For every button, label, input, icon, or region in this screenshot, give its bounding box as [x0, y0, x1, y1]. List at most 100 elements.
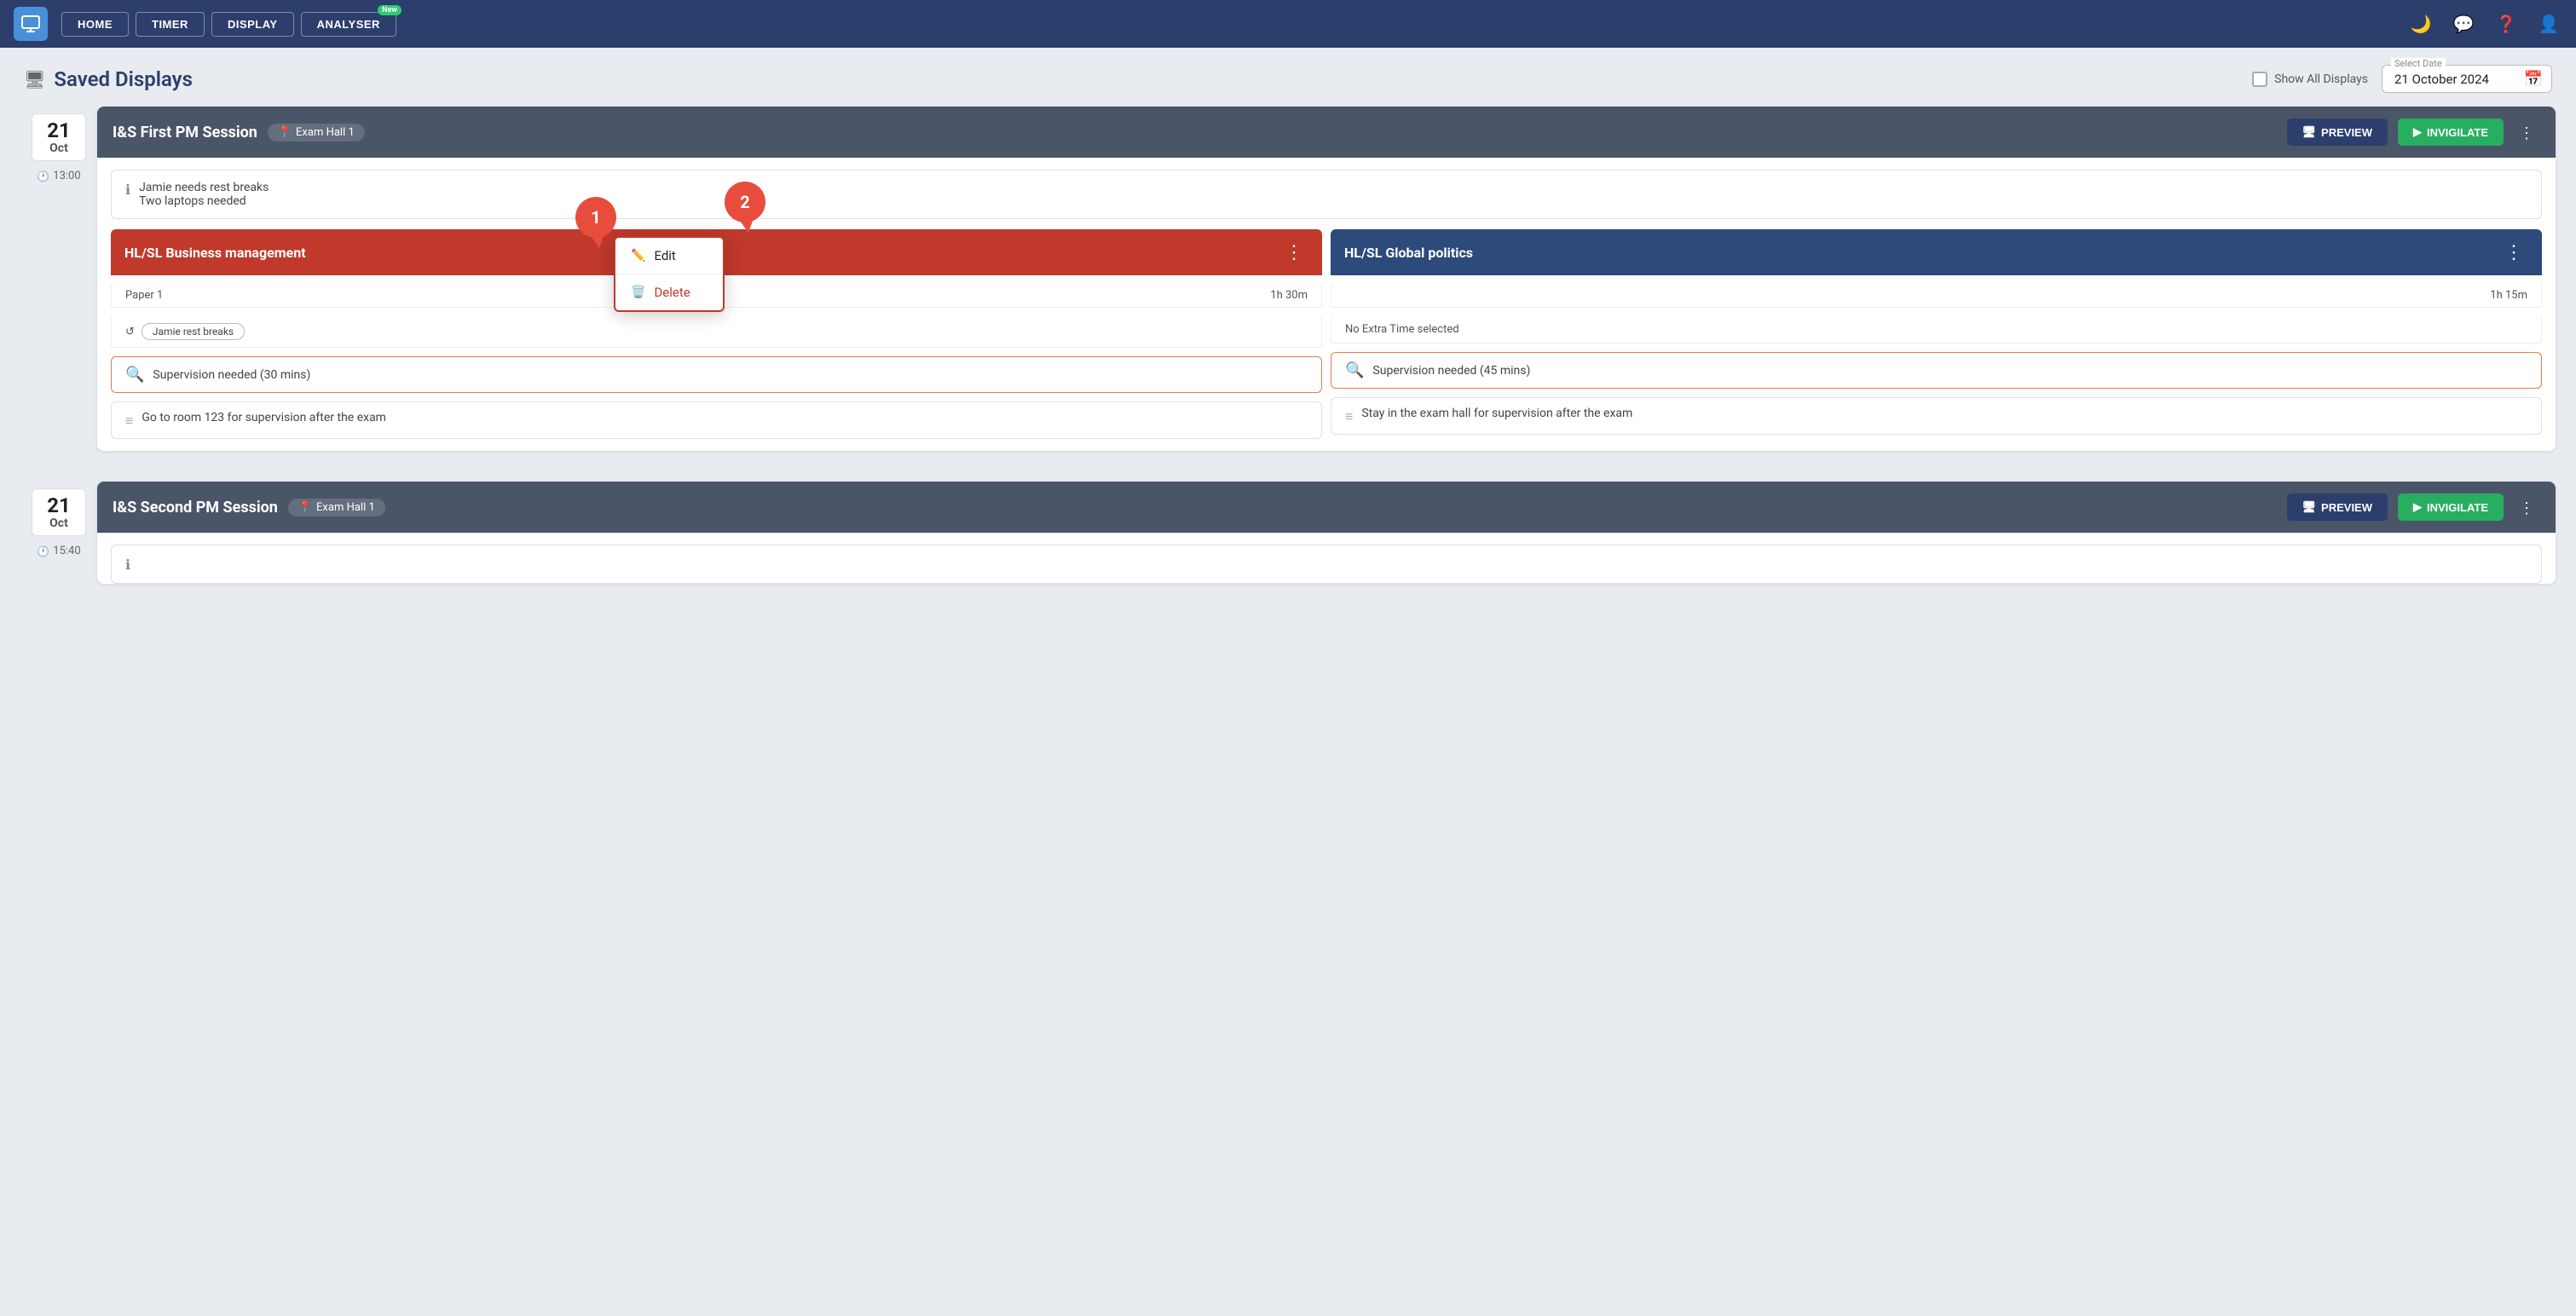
time-value-2: 15:40 [53, 545, 80, 557]
extra-time-row-2: No Extra Time selected [1331, 316, 2542, 343]
date-sidebar-1: 21 Oct 🕐 13:00 [20, 107, 97, 468]
extra-time-row-1: ↺ Jamie rest breaks [111, 316, 1322, 348]
session-2-section: 21 Oct 🕐 15:40 I&S Second PM Session 📍 E… [20, 482, 2556, 584]
page-content: 🖥 Saved Displays Show All Displays Selec… [0, 48, 2576, 601]
invigilate-button-2[interactable]: ▶ INVIGILATE [2398, 494, 2504, 521]
context-menu-delete[interactable]: 🗑️ Delete [615, 274, 723, 310]
date-badge-2: 21 Oct [32, 488, 86, 536]
session-title-2: I&S Second PM Session [113, 499, 278, 517]
user-icon[interactable]: 👤 [2535, 10, 2562, 38]
nav-icons: 🌙 💬 ❓ 👤 [2407, 10, 2562, 38]
session-body-1: ℹ Jamie needs rest breaks Two laptops ne… [97, 158, 2556, 451]
page-header-right: Show All Displays Select Date 21 October… [2252, 65, 2552, 93]
supervision-box-2: 🔍 Supervision needed (45 mins) [1331, 352, 2542, 389]
main-content: 21 Oct 🕐 13:00 I&S First PM Session [20, 107, 2556, 468]
session-location-1: 📍 Exam Hall 1 [268, 124, 365, 141]
date-badge-wrap-2: 21 Oct 🕐 15:40 [20, 482, 97, 557]
date-field-label: Select Date [2391, 58, 2446, 69]
session-more-button-2[interactable]: ⋮ [2514, 494, 2540, 520]
nav-timer-button[interactable]: TIMER [136, 12, 205, 37]
session-footer-inner: ℹ [97, 545, 2556, 584]
supervision-text-1: Supervision needed (30 mins) [153, 368, 310, 382]
extra-time-chip-1[interactable]: Jamie rest breaks [142, 323, 245, 340]
info-line1: Jamie needs rest breaks [139, 181, 269, 194]
note-text-1: Go to room 123 for supervision after the… [142, 411, 386, 424]
nav-display-button[interactable]: DISPLAY [211, 12, 294, 37]
help-icon[interactable]: ❓ [2492, 10, 2520, 38]
show-all-wrap: Show All Displays [2252, 72, 2368, 87]
invigilate-button-1[interactable]: ▶ INVIGILATE [2398, 118, 2504, 146]
nav-analyser-button[interactable]: ANALYSER [301, 12, 396, 37]
date-time-2: 🕐 15:40 [37, 545, 80, 557]
duration-2: 1h 15m [2490, 289, 2527, 302]
session-header-2: I&S Second PM Session 📍 Exam Hall 1 🖥 PR… [97, 482, 2556, 533]
ellipsis-icon-2: ⋮ [2519, 499, 2535, 517]
nav-analyser-wrap: ANALYSER New [301, 12, 396, 37]
delete-label: Delete [654, 285, 690, 300]
session-header-1: I&S First PM Session 📍 Exam Hall 1 🖥 PRE… [97, 107, 2556, 158]
info-icon-1: ℹ [125, 182, 130, 198]
play-icon-2: ▶ [2413, 500, 2422, 514]
subject-name-2: HL/SL Global politics [1344, 245, 1473, 261]
subject-name-1: HL/SL Business management [124, 245, 306, 261]
saved-displays-icon: 🖥 [24, 69, 45, 89]
play-icon-1: ▶ [2413, 125, 2422, 139]
page-header: 🖥 Saved Displays Show All Displays Selec… [20, 65, 2556, 93]
info-icon-2: ℹ [125, 557, 130, 573]
preview-button-2[interactable]: 🖥 PREVIEW [2287, 494, 2388, 521]
clock-icon-2: 🕐 [37, 545, 49, 557]
note-box-1: ≡ Go to room 123 for supervision after t… [111, 401, 1322, 439]
info-box-1: ℹ Jamie needs rest breaks Two laptops ne… [111, 170, 2542, 219]
date-day-1: 21 [32, 119, 85, 141]
subject-sub-row-2: 1h 15m [1331, 284, 2542, 308]
location-pin-icon-2: 📍 [298, 501, 312, 514]
dark-mode-icon[interactable]: 🌙 [2407, 10, 2434, 38]
location-pin-icon-1: 📍 [278, 126, 292, 139]
session-footer-blur: ℹ [97, 533, 2556, 584]
date-badge-wrap-1: 21 Oct 🕐 13:00 [20, 107, 97, 182]
date-badge-1: 21 Oct [32, 113, 86, 161]
session-1-row: 21 Oct 🕐 13:00 I&S First PM Session [20, 107, 2556, 468]
calendar-icon: 📅 [2524, 70, 2543, 88]
show-all-label[interactable]: Show All Displays [2274, 72, 2368, 86]
duration-1: 1h 30m [1270, 289, 1308, 302]
date-month-1: Oct [32, 141, 85, 155]
date-field-value: 21 October 2024 [2394, 72, 2489, 87]
context-menu: ✏️ Edit 🗑️ Delete [614, 236, 725, 312]
delete-icon: 🗑️ [631, 286, 645, 299]
navbar: HOME TIMER DISPLAY ANALYSER New 🌙 💬 ❓ 👤 [0, 0, 2576, 48]
location-label-2: Exam Hall 1 [316, 501, 375, 514]
page-title-wrap: 🖥 Saved Displays [24, 67, 193, 91]
paper-label-1: Paper 1 [125, 289, 163, 302]
date-month-2: Oct [32, 517, 85, 530]
edit-icon: ✏️ [631, 249, 645, 263]
supervision-box-1: 🔍 Supervision needed (30 mins) [111, 356, 1322, 393]
page-title: Saved Displays [54, 67, 193, 91]
subject-more-button-2[interactable]: ⋮ [2499, 240, 2528, 265]
note-box-2: ≡ Stay in the exam hall for supervision … [1331, 397, 2542, 435]
subject-col-2: HL/SL Global politics ⋮ 1h 15m No Extra … [1331, 229, 2542, 439]
sessions-col-1: I&S First PM Session 📍 Exam Hall 1 🖥 PRE… [97, 107, 2556, 468]
chat-icon[interactable]: 💬 [2450, 10, 2477, 38]
location-label-1: Exam Hall 1 [296, 126, 355, 139]
date-picker-wrap[interactable]: Select Date 21 October 2024 📅 [2382, 65, 2552, 93]
preview-button-1[interactable]: 🖥 PREVIEW [2287, 118, 2388, 146]
subjects-row-1: HL/SL Business management ⋮ Paper 1 1h 3… [111, 229, 2542, 439]
session-location-2: 📍 Exam Hall 1 [288, 499, 385, 517]
subject-more-button-1[interactable]: ⋮ [1279, 240, 1308, 265]
new-badge: New [378, 5, 401, 15]
subject-header-2: HL/SL Global politics ⋮ [1331, 229, 2542, 275]
rest-break-icon-1: ↺ [125, 326, 135, 338]
session-more-button-1[interactable]: ⋮ [2514, 119, 2540, 145]
session-card-1: I&S First PM Session 📍 Exam Hall 1 🖥 PRE… [97, 107, 2556, 451]
supervision-icon-1: 🔍 [125, 366, 144, 384]
show-all-checkbox[interactable] [2252, 72, 2267, 87]
preview-icon-1: 🖥 [2302, 125, 2317, 139]
context-menu-edit[interactable]: ✏️ Edit [615, 238, 723, 274]
note-icon-2: ≡ [1345, 408, 1353, 425]
nav-home-button[interactable]: HOME [61, 12, 129, 37]
session-2-col: I&S Second PM Session 📍 Exam Hall 1 🖥 PR… [97, 482, 2556, 584]
ellipsis-icon-1: ⋮ [2519, 124, 2535, 141]
session-title-1: I&S First PM Session [113, 124, 257, 141]
app-logo [14, 7, 48, 41]
